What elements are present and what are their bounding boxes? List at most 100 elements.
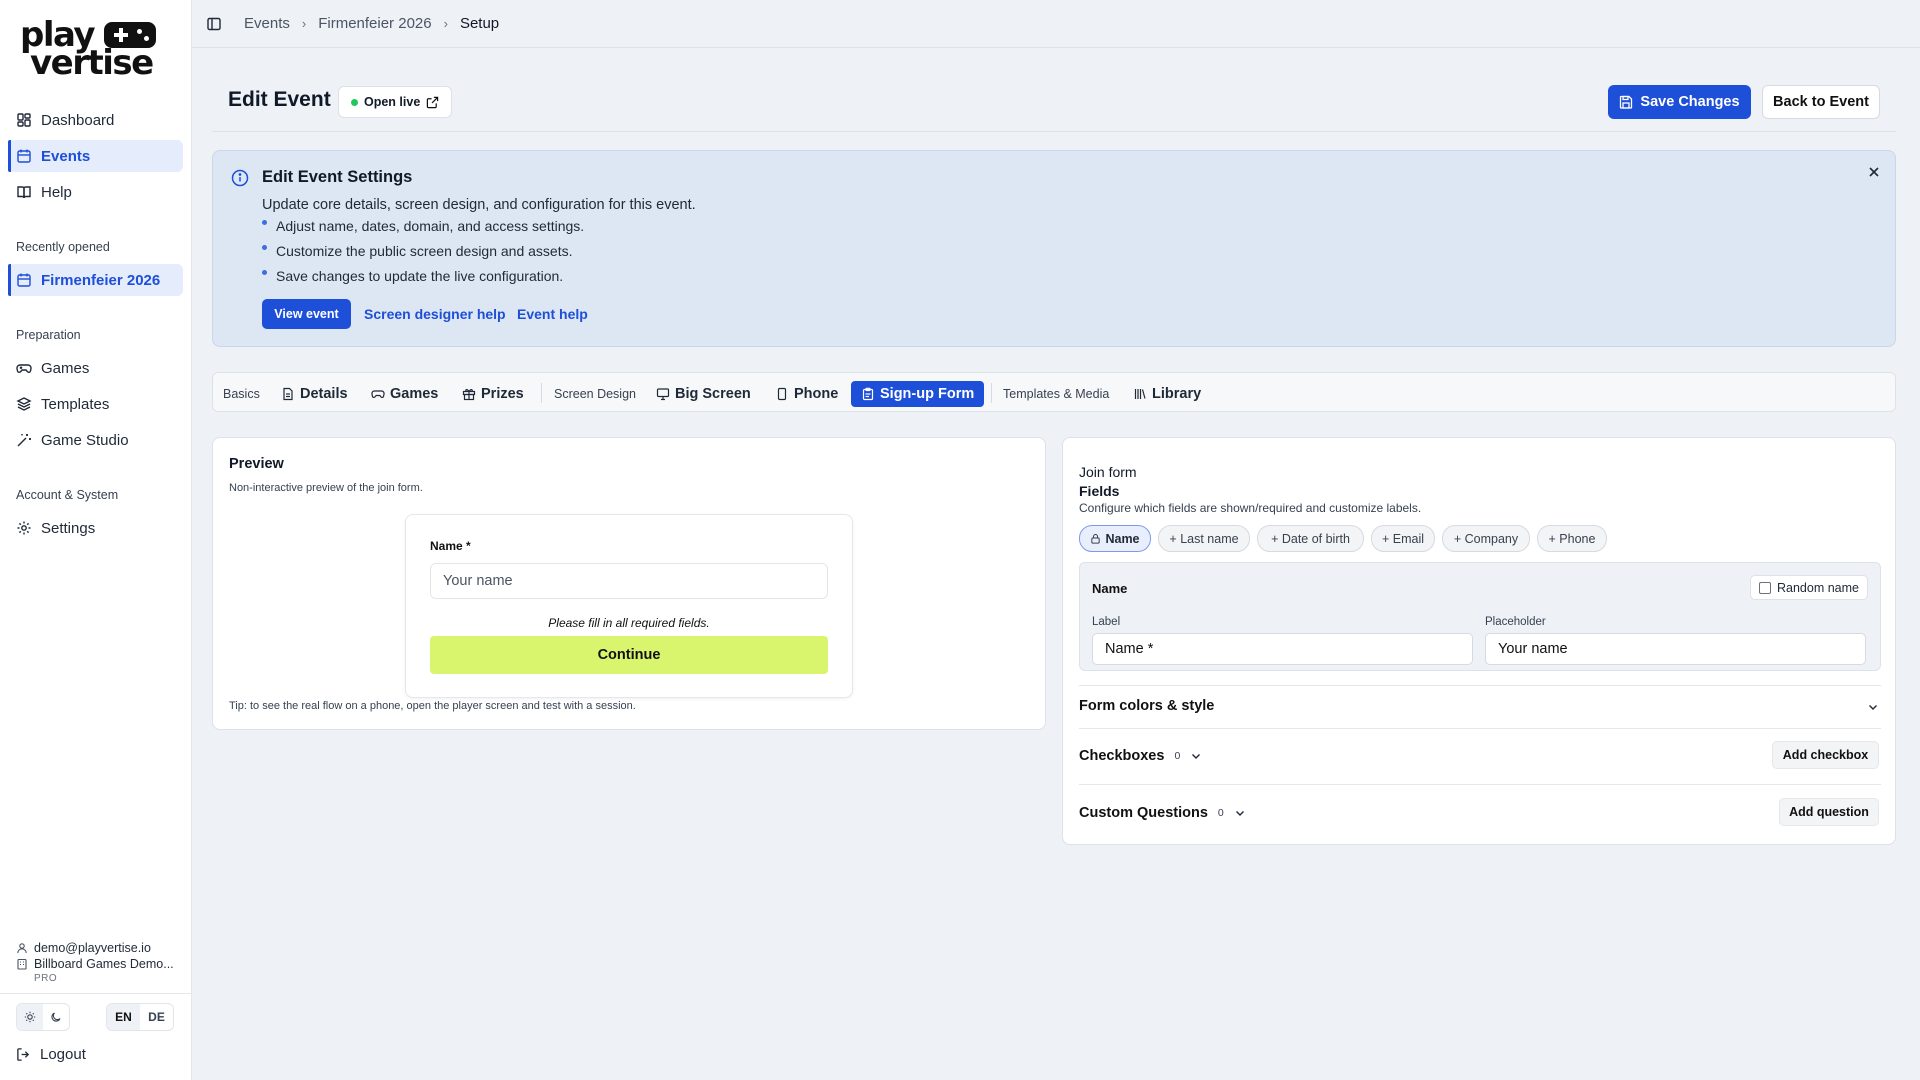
tab-prizes[interactable]: Prizes — [456, 381, 530, 407]
random-name-checkbox[interactable] — [1759, 581, 1771, 594]
calendar-icon — [16, 272, 32, 288]
clipboard-icon — [862, 387, 874, 401]
layers-icon — [16, 396, 32, 412]
sidebar-item-help[interactable]: Help — [8, 176, 183, 208]
info-title: Edit Event Settings — [262, 168, 413, 186]
field-editor-title: Name — [1092, 581, 1128, 596]
fields-description: Configure which fields are shown/require… — [1079, 501, 1422, 515]
join-form-title: Join form — [1079, 464, 1137, 480]
preview-continue-button: Continue — [430, 636, 828, 674]
preview-required-note: Please fill in all required fields. — [548, 616, 710, 630]
divider — [1079, 685, 1881, 686]
field-chip-date-of-birth[interactable]: + Date of birth — [1257, 525, 1364, 552]
sidebar-item-games[interactable]: Games — [8, 352, 183, 384]
sidebar-item-events[interactable]: Events — [8, 140, 183, 172]
magic-wand-icon — [16, 432, 32, 448]
event-help-link[interactable]: Event help — [517, 306, 588, 322]
form-colors-section[interactable]: Form colors & style — [1079, 698, 1214, 714]
book-icon — [16, 184, 32, 200]
lang-de-button[interactable]: DE — [140, 1004, 173, 1030]
preview-name-input: Your name — [430, 563, 828, 599]
checkboxes-count: 0 — [1174, 750, 1181, 762]
field-chip-last-name[interactable]: + Last name — [1158, 525, 1250, 552]
gift-icon — [462, 389, 476, 401]
screen-designer-help-link[interactable]: Screen designer help — [364, 306, 506, 322]
divider — [1079, 728, 1881, 729]
monitor-icon — [656, 388, 670, 401]
join-form-preview: Name * Your name Please fill in all requ… — [405, 514, 853, 698]
tab-big-screen[interactable]: Big Screen — [650, 381, 757, 407]
moon-icon[interactable] — [43, 1004, 69, 1030]
breadcrumb-events[interactable]: Events — [244, 15, 290, 32]
close-icon[interactable] — [1867, 165, 1881, 179]
sun-icon[interactable] — [17, 1004, 43, 1030]
back-to-event-button[interactable]: Back to Event — [1762, 85, 1880, 119]
sidebar-item-label: Settings — [41, 519, 96, 537]
breadcrumb-event[interactable]: Firmenfeier 2026 — [318, 15, 431, 32]
building-icon — [17, 958, 27, 970]
tab-group-basics: Basics — [223, 387, 260, 401]
info-bullet: Adjust name, dates, domain, and access s… — [262, 218, 584, 234]
save-icon — [1620, 95, 1633, 109]
info-panel: Edit Event Settings Update core details,… — [212, 150, 1896, 347]
tab-divider — [991, 383, 992, 403]
lang-en-button[interactable]: EN — [107, 1004, 140, 1030]
sidebar-item-dashboard[interactable]: Dashboard — [8, 104, 183, 136]
preview-title: Preview — [229, 456, 284, 472]
join-form-card: Join form Fields Configure which fields … — [1062, 437, 1896, 845]
sidebar-item-settings[interactable]: Settings — [8, 512, 183, 544]
user-email: demo@playvertise.io — [16, 941, 151, 955]
sidebar-item-game-studio[interactable]: Game Studio — [8, 424, 183, 456]
custom-questions-section[interactable]: Custom Questions 0 — [1079, 805, 1246, 821]
external-link-icon — [427, 96, 439, 108]
organization-name: Billboard Games Demo... — [16, 957, 174, 971]
divider — [1079, 784, 1881, 785]
preview-subtitle: Non-interactive preview of the join form… — [229, 482, 423, 494]
save-changes-button[interactable]: Save Changes — [1608, 85, 1751, 119]
random-name-toggle[interactable]: Random name — [1750, 575, 1868, 600]
tab-group-screen-design: Screen Design — [554, 387, 636, 401]
tab-details[interactable]: Details — [275, 381, 354, 407]
user-icon — [17, 943, 27, 954]
tab-games[interactable]: Games — [365, 381, 444, 407]
fields-title: Fields — [1079, 483, 1120, 499]
chevron-down-icon[interactable] — [1190, 750, 1202, 762]
language-toggle[interactable]: EN DE — [106, 1003, 174, 1031]
label-input[interactable]: Name * — [1092, 633, 1473, 665]
chevron-down-icon[interactable] — [1234, 807, 1246, 819]
playvertise-logo[interactable]: play vertise — [20, 18, 170, 80]
info-icon — [231, 169, 249, 187]
preview-field-label: Name * — [430, 539, 471, 553]
library-icon — [1134, 389, 1146, 399]
theme-toggle[interactable] — [16, 1003, 70, 1031]
add-question-button[interactable]: Add question — [1779, 798, 1879, 826]
chevron-down-icon[interactable] — [1867, 701, 1879, 713]
section-label-account: Account & System — [16, 488, 119, 502]
topbar: Events › Firmenfeier 2026 › Setup — [192, 0, 1920, 48]
plan-badge: PRO — [34, 973, 58, 984]
sidebar: play vertise Dashboard Events Help Recen… — [0, 0, 192, 1080]
placeholder-input[interactable]: Your name — [1485, 633, 1866, 665]
gamepad-icon — [371, 390, 385, 398]
field-chip-email[interactable]: + Email — [1371, 525, 1435, 552]
tab-bar: Basics Details Games Prizes Screen Desig… — [212, 372, 1896, 412]
logout-button[interactable]: Logout — [16, 1046, 86, 1063]
checkboxes-section[interactable]: Checkboxes 0 — [1079, 748, 1202, 764]
calendar-icon — [16, 148, 32, 164]
logo-text-vertise: vertise — [30, 43, 154, 83]
field-chip-company[interactable]: + Company — [1442, 525, 1530, 552]
view-event-button[interactable]: View event — [262, 299, 351, 329]
sidebar-item-templates[interactable]: Templates — [8, 388, 183, 420]
add-checkbox-button[interactable]: Add checkbox — [1772, 741, 1879, 769]
sidebar-item-firmenfeier-2026[interactable]: Firmenfeier 2026 — [8, 264, 183, 296]
field-chip-name[interactable]: Name — [1079, 525, 1151, 552]
open-live-button[interactable]: Open live — [338, 86, 453, 118]
tab-library[interactable]: Library — [1127, 381, 1207, 407]
tab-phone[interactable]: Phone — [769, 381, 844, 407]
sidebar-item-label: Games — [41, 359, 90, 377]
sidebar-item-label: Templates — [41, 395, 110, 413]
sidebar-toggle-icon[interactable] — [206, 16, 222, 32]
tab-sign-up-form[interactable]: Sign-up Form — [851, 381, 985, 407]
field-chip-phone[interactable]: + Phone — [1537, 525, 1607, 552]
header-divider — [212, 131, 1896, 132]
